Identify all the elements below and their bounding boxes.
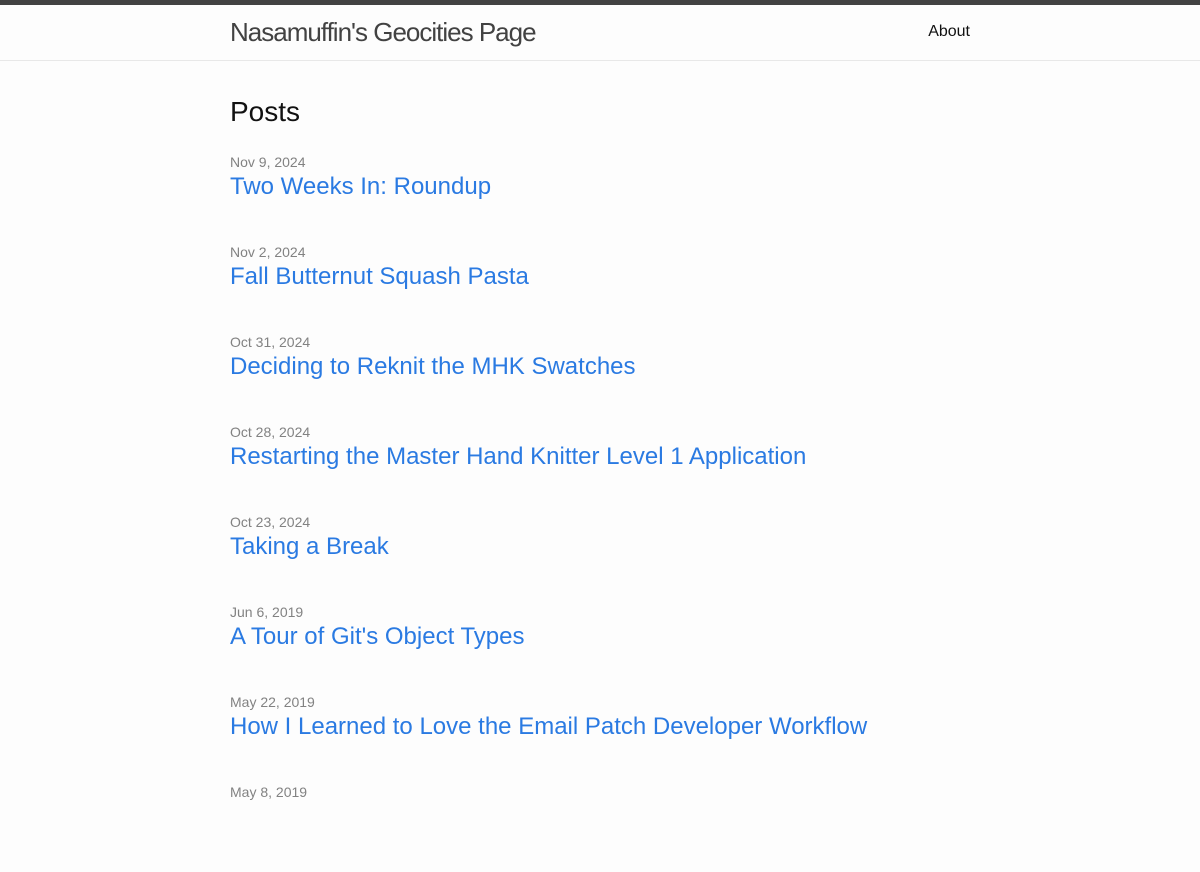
page-content: Posts Nov 9, 2024 Two Weeks In: Roundup …	[230, 62, 970, 872]
post-list-item: Nov 9, 2024 Two Weeks In: Roundup	[230, 152, 970, 242]
post-title-link[interactable]: Restarting the Master Hand Knitter Level…	[230, 442, 970, 472]
post-date: Oct 28, 2024	[230, 424, 311, 440]
post-title-link[interactable]: Taking a Break	[230, 532, 970, 562]
post-date: Oct 31, 2024	[230, 334, 311, 350]
post-date: May 8, 2019	[230, 784, 308, 800]
post-title-link[interactable]: How I Learned to Love the Email Patch De…	[230, 712, 970, 742]
post-date: Jun 6, 2019	[230, 604, 304, 620]
post-list: Nov 9, 2024 Two Weeks In: Roundup Nov 2,…	[230, 152, 970, 872]
post-list-item: Jun 6, 2019 A Tour of Git's Object Types	[230, 602, 970, 692]
post-title-link[interactable]: Fall Butternut Squash Pasta	[230, 262, 970, 292]
site-title-link[interactable]: Nasamuffin's Geocities Page	[230, 17, 537, 47]
page-heading: Posts	[230, 96, 301, 127]
post-list-item: May 22, 2019 How I Learned to Love the E…	[230, 692, 970, 782]
post-date: Nov 9, 2024	[230, 154, 306, 170]
post-date: May 22, 2019	[230, 694, 315, 710]
post-title-link[interactable]: A Tour of Git's Object Types	[230, 622, 970, 652]
post-list-item: Oct 31, 2024 Deciding to Reknit the MHK …	[230, 332, 970, 422]
post-list-item: Oct 28, 2024 Restarting the Master Hand …	[230, 422, 970, 512]
post-title-link[interactable]: Deciding to Reknit the MHK Swatches	[230, 352, 970, 382]
post-title-link[interactable]: Two Weeks In: Roundup	[230, 172, 970, 202]
post-list-item: Oct 23, 2024 Taking a Break	[230, 512, 970, 602]
nav-about-link[interactable]: About	[928, 22, 970, 42]
post-date: Oct 23, 2024	[230, 514, 311, 530]
site-header: Nasamuffin's Geocities Page About	[0, 5, 1200, 61]
post-list-item: May 8, 2019	[230, 782, 970, 872]
post-list-item: Nov 2, 2024 Fall Butternut Squash Pasta	[230, 242, 970, 332]
post-date: Nov 2, 2024	[230, 244, 306, 260]
